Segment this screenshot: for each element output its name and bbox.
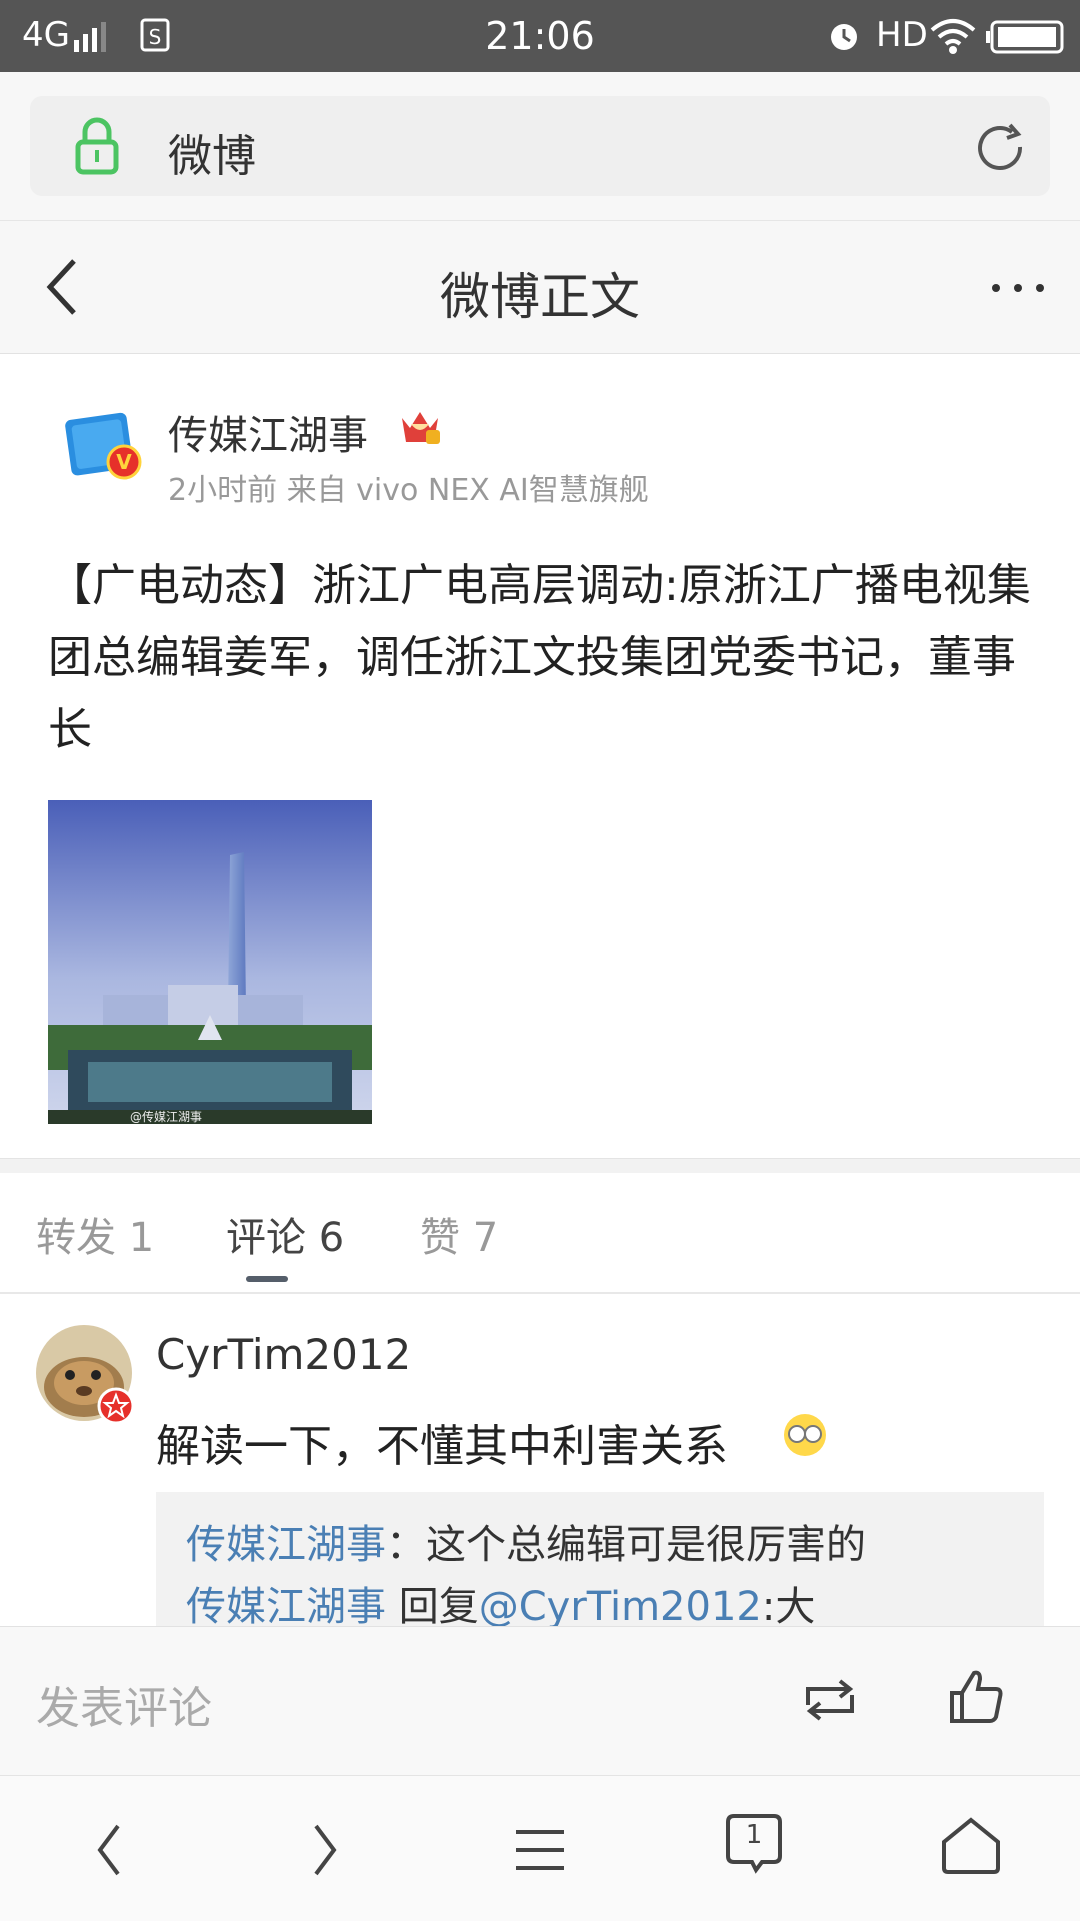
post-image[interactable] (48, 800, 372, 1124)
more-icon[interactable] (990, 281, 1046, 295)
repost-icon[interactable] (800, 1675, 860, 1725)
reply-item: 传媒江湖事 回复@CyrTim2012:大 (186, 1574, 815, 1632)
reply-text: :大 (761, 1584, 816, 1630)
verified-badge-icon: V (106, 444, 142, 480)
building-photo (48, 800, 372, 1124)
status-bar: 4G S 21:06 HD (0, 0, 1080, 72)
top-nav: 微博正文 (0, 220, 1080, 354)
tab-like[interactable]: 赞 7 (420, 1205, 498, 1263)
site-title: 微博 (168, 131, 256, 182)
tabs-divider (0, 1292, 1080, 1294)
comment-text: 解读一下，不懂其中利害关系 (156, 1421, 728, 1472)
crown-icon (402, 412, 440, 444)
page-title: 微博正文 (440, 268, 640, 326)
wifi-icon (930, 19, 976, 54)
home-icon[interactable] (940, 1816, 1002, 1876)
menu-icon[interactable] (514, 1826, 566, 1874)
reply-box[interactable]: 传媒江湖事：这个总编辑可是很厉害的 传媒江湖事 回复@CyrTim2012:大 (156, 1492, 1044, 1632)
comment-bar: 发表评论 (0, 1626, 1080, 1775)
reply-item: 传媒江湖事：这个总编辑可是很厉害的 (186, 1512, 866, 1570)
reply-mention[interactable]: @CyrTim2012 (479, 1584, 762, 1630)
image-watermark: @传媒江湖事 (130, 1110, 203, 1124)
comment-input[interactable]: 发表评论 (36, 1672, 212, 1736)
post-meta: 2小时前 来自 vivo NEX AI智慧旗舰 (168, 473, 649, 508)
tabs-button[interactable]: 1 (726, 1814, 782, 1874)
svg-text:V: V (116, 450, 132, 474)
hd-indicator: HD (876, 15, 928, 55)
browser-bottom-nav: 1 (0, 1775, 1080, 1921)
lock-icon (75, 117, 119, 175)
author-name[interactable]: 传媒江湖事 (168, 403, 368, 461)
battery-icon (986, 20, 1064, 54)
glasses-emoji-icon (784, 1414, 826, 1456)
like-icon[interactable] (948, 1667, 1004, 1727)
reply-user[interactable]: 传媒江湖事 (186, 1584, 386, 1630)
author-avatar[interactable]: V (60, 402, 148, 490)
refresh-icon[interactable] (974, 122, 1030, 172)
tab-repost[interactable]: 转发 1 (36, 1205, 154, 1263)
browser-forward-icon[interactable] (310, 1822, 340, 1878)
reply-separator: ： (386, 1522, 426, 1568)
reply-user[interactable]: 传媒江湖事 (186, 1522, 386, 1568)
tab-active-indicator (246, 1276, 288, 1282)
section-divider (0, 1158, 1080, 1173)
url-bar[interactable]: 微博 (30, 96, 1050, 196)
commenter-name[interactable]: CyrTim2012 (156, 1330, 411, 1379)
alarm-icon (831, 24, 857, 50)
tab-count: 1 (745, 1820, 763, 1850)
tab-comment[interactable]: 评论 6 (226, 1205, 344, 1263)
reply-text: 这个总编辑可是很厉害的 (426, 1522, 866, 1568)
post-text: 【广电动态】浙江广电高层调动:原浙江广播电视集团总编辑姜军，调任浙江文投集团党委… (48, 560, 1031, 755)
browser-url-area: 微博 (0, 72, 1080, 220)
commenter-badge-icon (97, 1387, 135, 1425)
reply-prefix: 回复 (386, 1584, 479, 1630)
browser-back-icon[interactable] (94, 1822, 124, 1878)
